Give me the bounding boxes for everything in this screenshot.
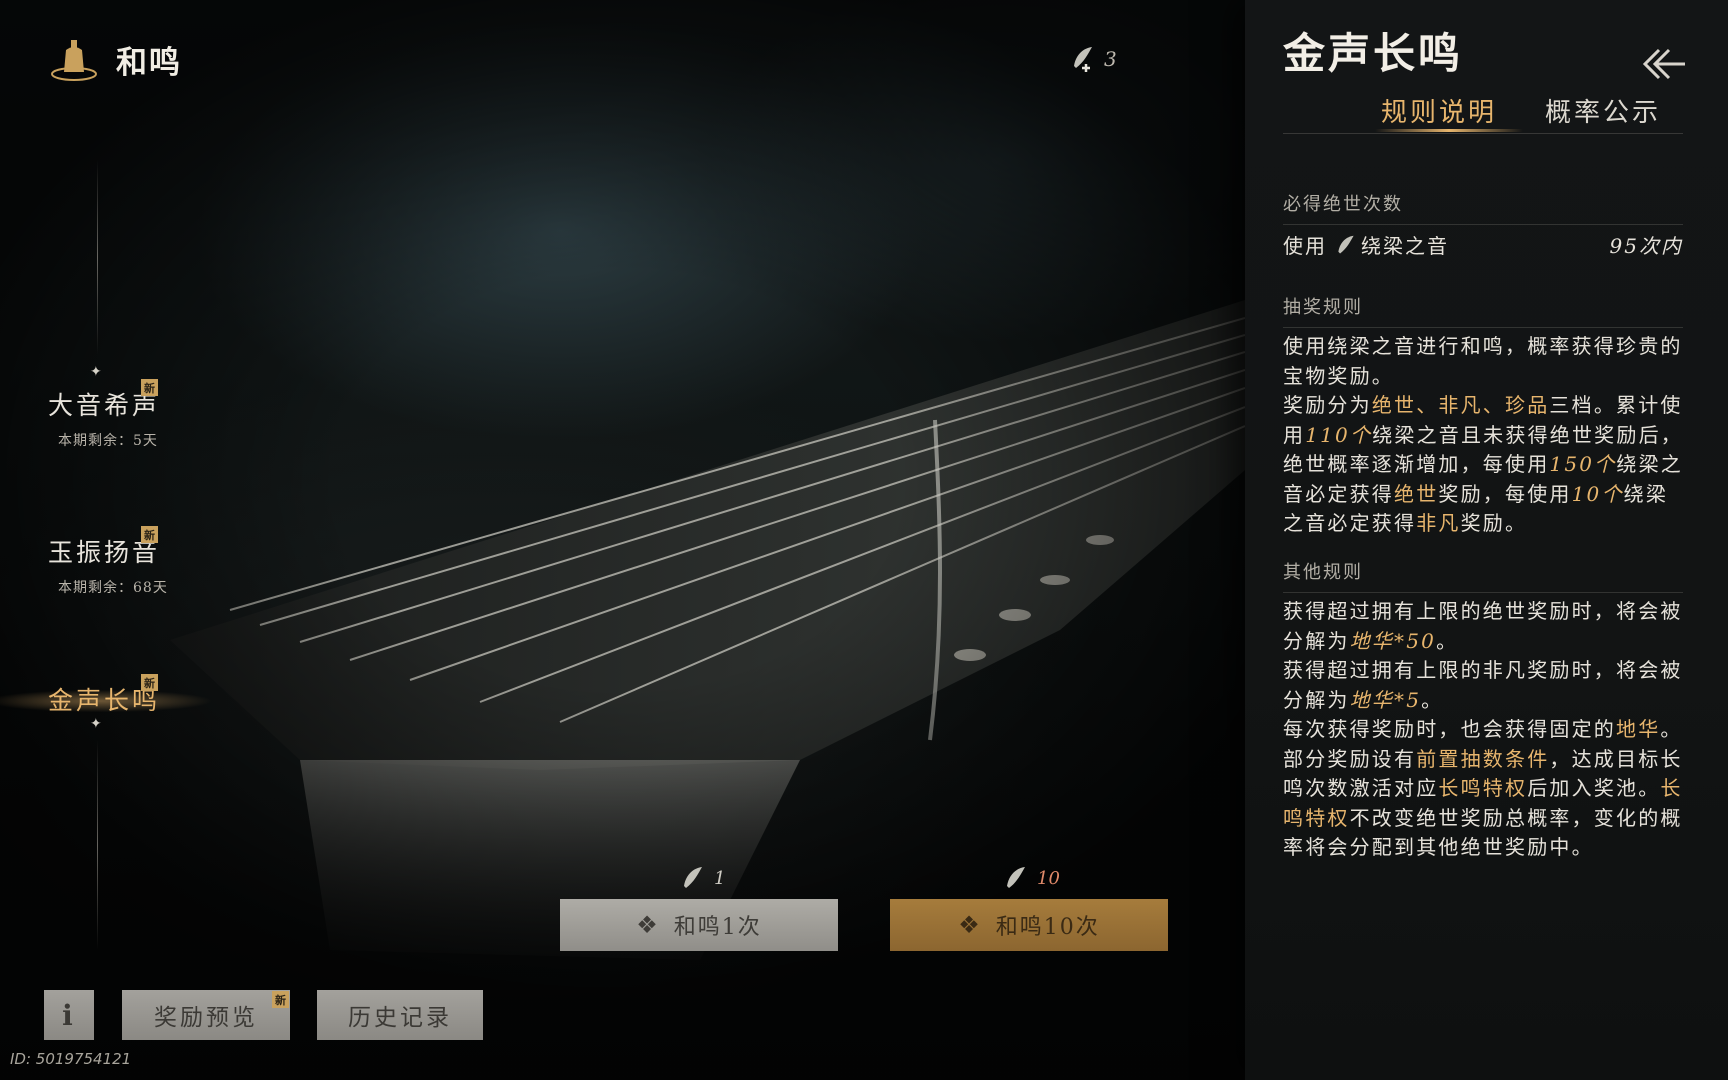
bell-icon — [51, 40, 97, 81]
user-id: ID: 5019754121 — [10, 1050, 132, 1068]
guarantee-value: 95次内 — [1609, 234, 1683, 258]
feather-icon — [684, 867, 702, 888]
rule-highlight: 长鸣特权 — [1438, 776, 1528, 800]
draw-ten-button[interactable]: ❖ 和鸣10次 — [890, 899, 1168, 951]
rule-text: 。 — [1436, 628, 1459, 653]
new-badge: 新 — [141, 674, 158, 691]
nav-item-remaining: 本期剩余：5天 — [58, 433, 158, 449]
rule-highlight: 非凡 — [1416, 511, 1461, 535]
rule-highlight: 地华 — [1616, 717, 1661, 741]
rule-highlight: 地华*5 — [1349, 687, 1422, 712]
page-title: 和鸣 — [116, 44, 182, 81]
rule-text: 部分奖励设有 — [1283, 746, 1417, 771]
rule-highlight: 前置抽数条件 — [1416, 746, 1550, 771]
feather-icon — [1007, 867, 1025, 888]
rule-highlight: 绝世、非凡、珍品 — [1371, 393, 1550, 417]
tab-rules[interactable]: 规则说明 — [1381, 92, 1497, 129]
history-button[interactable]: 历史记录 — [317, 990, 483, 1040]
new-badge: 新 — [141, 526, 158, 543]
back-arrow-icon[interactable] — [1637, 44, 1689, 84]
reward-preview-button[interactable]: 奖励预览 — [122, 990, 290, 1040]
rule-text: 奖励。 — [1460, 511, 1528, 535]
draw-rules-text: 使用绕梁之音进行和鸣，概率获得珍贵的宝物奖励。 奖励分为绝世、非凡、珍品三档。累… — [1283, 332, 1687, 539]
nav-item-remaining: 本期剩余：68天 — [58, 580, 168, 596]
new-badge: 新 — [141, 379, 158, 396]
rule-highlight: 绝世 — [1394, 481, 1439, 506]
rule-highlight: 110个 — [1305, 422, 1373, 447]
rule-text: 后加入奖池。 — [1527, 776, 1661, 800]
nav-divider-line — [97, 740, 98, 950]
page-header: 和鸣 — [50, 36, 182, 82]
guarantee-use-label: 使用 — [1283, 234, 1327, 258]
rule-highlight: 150个 — [1549, 452, 1617, 476]
section-heading: 必得绝世次数 — [1283, 190, 1683, 225]
rule-text: 每次获得奖励时，也会获得固定的 — [1283, 717, 1616, 741]
nav-divider-line — [97, 160, 98, 355]
diamond-icon: ❖ — [958, 911, 982, 939]
draw-once-button[interactable]: ❖ 和鸣1次 — [560, 899, 838, 951]
rule-text: 。 — [1421, 687, 1444, 712]
tab-active-indicator — [1375, 129, 1523, 132]
currency-count: 3 — [1104, 47, 1117, 71]
feather-icon — [1074, 47, 1092, 72]
button-label: 历史记录 — [348, 1005, 452, 1031]
section-heading: 其他规则 — [1283, 558, 1683, 593]
button-label: 和鸣1次 — [673, 915, 762, 940]
other-rules-text: 获得超过拥有上限的绝世奖励时，将会被分解为地华*50。 获得超过拥有上限的非凡奖… — [1283, 597, 1687, 863]
rule-text: 获得超过拥有上限的绝世奖励时，将会被分解为 — [1283, 599, 1683, 653]
cost-value: 1 — [714, 867, 726, 889]
single-draw-cost: 1 — [680, 864, 725, 892]
rule-text: 获得超过拥有上限的非凡奖励时，将会被分解为 — [1283, 658, 1683, 712]
section-heading: 抽奖规则 — [1283, 293, 1683, 328]
multi-draw-cost: 10 — [1003, 864, 1060, 892]
feather-icon — [1338, 235, 1354, 253]
rules-panel: 金声长鸣 规则说明 概率公示 必得绝世次数 使用 绕梁之音 95次内 抽奖规则 … — [1245, 0, 1728, 1080]
rule-text: 奖励分为 — [1283, 393, 1372, 417]
star-icon: ✦ — [90, 364, 102, 380]
new-badge: 新 — [272, 991, 289, 1008]
rule-highlight: 地华*50 — [1349, 628, 1437, 653]
rule-paragraph: 使用绕梁之音进行和鸣，概率获得珍贵的宝物奖励。 — [1283, 334, 1683, 388]
tab-probability[interactable]: 概率公示 — [1545, 92, 1661, 129]
guarantee-item-name: 绕梁之音 — [1361, 234, 1449, 258]
button-label: 和鸣10次 — [995, 915, 1100, 940]
guarantee-row: 使用 绕梁之音 95次内 — [1283, 230, 1683, 259]
cost-value: 10 — [1037, 867, 1060, 889]
panel-title: 金声长鸣 — [1283, 29, 1464, 78]
rule-text: 奖励，每使用 — [1438, 481, 1572, 506]
info-button[interactable]: i — [44, 990, 94, 1040]
rule-highlight: 10个 — [1571, 481, 1624, 506]
currency-counter: 3 — [1070, 44, 1117, 74]
rule-text: 。 — [1660, 717, 1683, 741]
star-icon: ✦ — [90, 716, 102, 732]
panel-tabs: 规则说明 概率公示 — [1283, 88, 1683, 134]
diamond-icon: ❖ — [636, 911, 660, 939]
button-label: 奖励预览 — [154, 1005, 258, 1031]
